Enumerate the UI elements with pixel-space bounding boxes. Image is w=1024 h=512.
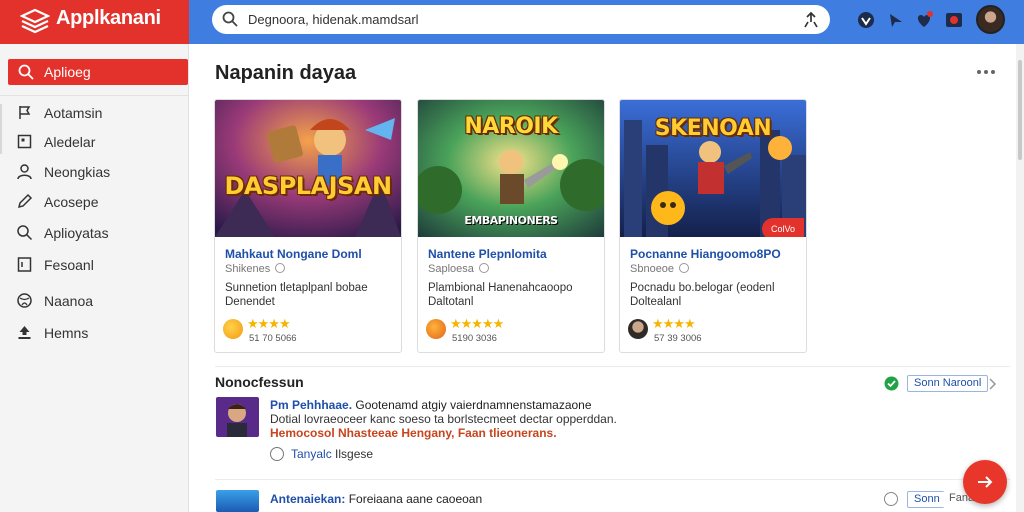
section-divider: [215, 366, 1010, 367]
arrow-right-icon: [978, 476, 993, 488]
sidebar-item-2[interactable]: Aledelar: [0, 130, 188, 154]
game-card-1[interactable]: DASPLAJSAN Mahkaut Nongane Doml Shikenes…: [214, 99, 402, 353]
game-art-title: DASPLAJSAN: [224, 172, 392, 200]
search-bar[interactable]: Degnoora, hidenak.mamdsarl: [212, 5, 830, 34]
list-item-description: Dotial lovraeoceer kanc soeso ta borlste…: [270, 412, 617, 426]
section-action-button[interactable]: Sonn Naroonl: [907, 375, 989, 392]
scrollbar-thumb[interactable]: [1018, 60, 1022, 160]
sidebar-item-label: Aledelar: [44, 134, 96, 150]
rating-stars: ★★★★: [247, 316, 291, 331]
smile-emoji-icon: [426, 319, 446, 339]
card-description: Pocnadu bo.belogar (eodenl Doltealanl: [630, 282, 775, 308]
sidebar-item-label: Fesoanl: [44, 257, 94, 273]
sidebar-item-label: Acosepe: [44, 194, 99, 210]
upload-icon: [18, 326, 31, 339]
game-art-title: NAROIK: [464, 114, 558, 139]
list-item-title[interactable]: Pm Pehhhaae. Gootenamd atgiy vaierdnamne…: [270, 398, 592, 412]
search-input[interactable]: Degnoora, hidenak.mamdsarl: [248, 12, 419, 27]
download-count: 51 70 5066: [249, 333, 297, 344]
sidebar-item-label: Aplioeg: [44, 64, 91, 80]
list-item-highlight: Hemocosol Nhasteeae Hengany, Faan tlieon…: [270, 426, 557, 440]
list-item-thumbnail: [216, 397, 259, 437]
card-subtitle: Saploesa: [428, 263, 489, 275]
game-art: NAROIK EMBAPINONERS: [418, 100, 604, 237]
list-item-thumbnail: [216, 490, 259, 512]
sidebar-item-label: Aplioyatas: [44, 225, 109, 241]
card-subtitle: Sbnoeoe: [630, 263, 690, 275]
clock-icon: [884, 492, 898, 506]
page-title: Napanin dayaa: [215, 62, 357, 84]
document-icon: [17, 257, 32, 272]
radio-label: Tanyalc Ilsgese: [291, 447, 374, 461]
verified-icon: [275, 263, 286, 273]
card-subtitle: Shikenes: [225, 263, 286, 275]
sidebar-item-3[interactable]: Neongkias: [0, 160, 188, 184]
game-card-3[interactable]: SKENOAN ColVo Pocnanne Hiangoomo8PO Sbno…: [619, 99, 807, 353]
shield-icon[interactable]: [856, 10, 876, 30]
download-count: 5190 3036: [452, 333, 497, 344]
card-description: Sunnetion tletaplpanl bobae Denendet: [225, 282, 368, 308]
verified-icon: [679, 263, 690, 273]
radio-button[interactable]: [270, 447, 284, 461]
sidebar: Aplioeg Aotamsin Aledelar Neongkias Acos…: [0, 44, 189, 512]
globe-icon: [17, 293, 32, 308]
rating-stars: ★★★★: [652, 316, 696, 331]
game-art: SKENOAN ColVo: [620, 100, 806, 237]
square-icon: [17, 134, 32, 149]
card-description: Plambional Hanenahcaoopo Daltotanl: [428, 282, 573, 308]
verified-icon: [478, 263, 489, 273]
download-count: 57 39 3006: [654, 333, 702, 344]
share-icon[interactable]: [802, 11, 820, 29]
list-divider: [215, 479, 1010, 480]
card-title[interactable]: Pocnanne Hiangoomo8PO: [630, 247, 781, 261]
user-icon: [17, 164, 32, 180]
game-art: DASPLAJSAN: [215, 100, 401, 237]
sidebar-item-8[interactable]: Hemns: [0, 321, 188, 345]
sidebar-divider: [0, 95, 188, 96]
avatar[interactable]: [976, 5, 1005, 34]
search-icon: [222, 11, 238, 27]
game-card-2[interactable]: NAROIK EMBAPINONERS Nantene Plepnlomita …: [417, 99, 605, 353]
brand-name: Applkanani: [56, 7, 161, 29]
search-icon: [18, 64, 34, 80]
bolt-icon[interactable]: [886, 10, 906, 30]
user-avatar: [628, 319, 648, 339]
sidebar-item-7[interactable]: Naanoa: [0, 289, 188, 313]
list-item-button[interactable]: Sonn: [907, 491, 947, 508]
status-badge: ColVo: [762, 218, 804, 237]
check-circle-icon: [884, 376, 899, 391]
flag-icon: [19, 106, 31, 119]
sidebar-item-active[interactable]: Aplioeg: [8, 59, 188, 85]
rating-stars: ★★★★★: [450, 316, 504, 331]
more-options-icon[interactable]: [975, 68, 997, 76]
floating-action-button[interactable]: [963, 460, 1007, 504]
sidebar-item-label: Naanoa: [44, 293, 94, 309]
card-title[interactable]: Mahkaut Nongane Doml: [225, 247, 362, 261]
sidebar-item-label: Aotamsin: [44, 105, 103, 121]
sidebar-item-4[interactable]: Acosepe: [0, 190, 188, 214]
brand[interactable]: Applkanani: [0, 0, 189, 44]
smile-emoji-icon: [223, 319, 243, 339]
sidebar-item-6[interactable]: Fesoanl: [0, 253, 188, 277]
heart-notification-icon[interactable]: [914, 10, 934, 30]
sidebar-item-1[interactable]: Aotamsin: [0, 101, 188, 125]
record-icon[interactable]: [944, 10, 964, 30]
search-icon: [17, 225, 33, 241]
game-art-subtitle: EMBAPINONERS: [464, 214, 558, 227]
brand-logo-icon: [20, 8, 50, 34]
sidebar-item-5[interactable]: Aplioyatas: [0, 221, 188, 245]
list-item-title[interactable]: Antenaiekan: Foreiaana aane caoeoan: [270, 492, 482, 506]
section-title: Nonocfessun: [215, 374, 304, 390]
sidebar-item-label: Hemns: [44, 325, 89, 341]
game-art-title: SKENOAN: [654, 116, 772, 141]
chevron-right-icon[interactable]: [988, 378, 997, 390]
card-title[interactable]: Nantene Plepnlomita: [428, 247, 547, 261]
pencil-icon: [17, 193, 33, 209]
sidebar-item-label: Neongkias: [44, 164, 111, 180]
